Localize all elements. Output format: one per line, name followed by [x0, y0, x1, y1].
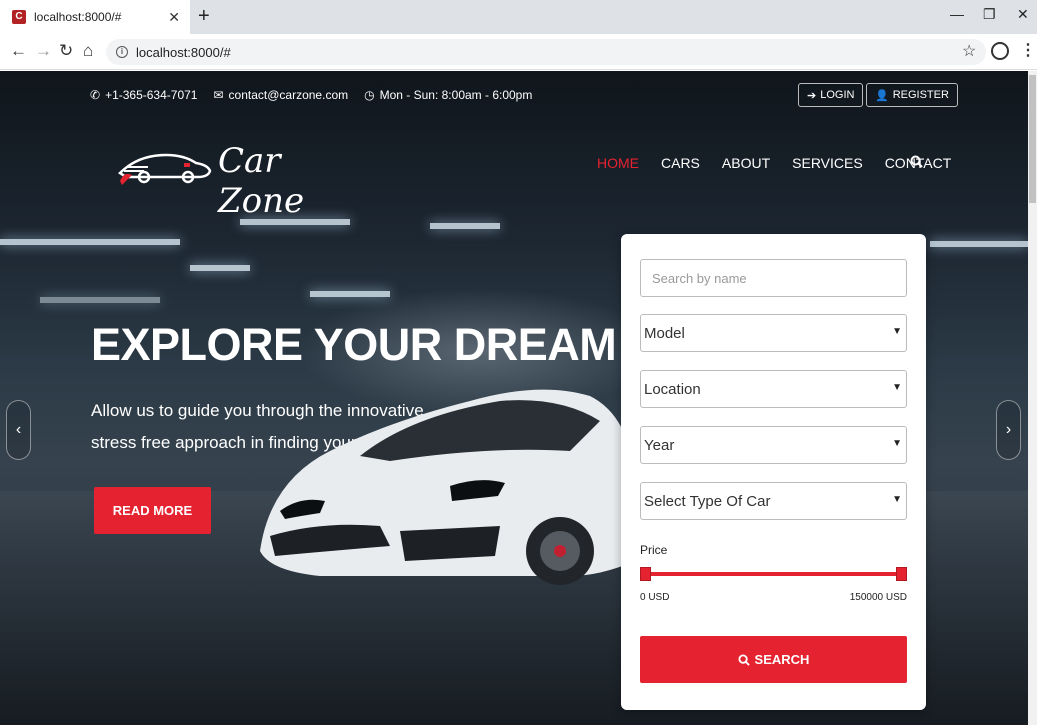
url-field[interactable]: i localhost:8000/# [106, 39, 986, 65]
chevron-down-icon: ▼ [892, 326, 902, 337]
model-select[interactable]: Model ▼ [640, 314, 907, 352]
nav-item-home[interactable]: HOME [597, 155, 639, 171]
price-label: Price [640, 543, 668, 557]
nav-item-cars[interactable]: CARS [661, 155, 700, 171]
register-button[interactable]: 👤 REGISTER [866, 83, 958, 107]
login-label: LOGIN [820, 89, 855, 101]
home-icon[interactable]: ⌂ [83, 41, 93, 61]
carousel-next-button[interactable]: › [996, 400, 1021, 460]
browser-tab-bar: C localhost:8000/# ✕ + — ❐ ✕ [0, 0, 1037, 34]
nav-item-about[interactable]: ABOUT [722, 155, 770, 171]
favicon-icon: C [12, 10, 26, 24]
chevron-down-icon: ▼ [892, 494, 902, 505]
car-type-select-value: Select Type Of Car [644, 492, 771, 510]
clock-icon: ◷ [364, 88, 375, 102]
email-address[interactable]: contact@carzone.com [229, 88, 349, 102]
price-max-handle[interactable] [896, 567, 907, 581]
close-window-icon[interactable]: ✕ [1017, 6, 1029, 23]
car-logo-icon [118, 153, 212, 185]
year-select[interactable]: Year ▼ [640, 426, 907, 464]
menu-icon[interactable]: ⋮ [1020, 40, 1036, 60]
browser-tab[interactable]: C localhost:8000/# ✕ [0, 0, 190, 34]
nav-item-services[interactable]: SERVICES [792, 155, 863, 171]
phone-number[interactable]: +1-365-634-7071 [105, 88, 197, 102]
opening-hours: Mon - Sun: 8:00am - 6:00pm [379, 88, 533, 102]
reload-icon[interactable]: ↻ [59, 41, 73, 61]
phone-icon: ✆ [90, 88, 101, 102]
brand-logo[interactable]: Car Zone [118, 141, 348, 221]
search-by-name-input[interactable]: Search by name [640, 259, 907, 297]
profile-icon[interactable] [991, 42, 1009, 60]
year-select-value: Year [644, 436, 675, 454]
location-select-value: Location [644, 380, 701, 398]
bookmark-star-icon[interactable]: ☆ [962, 41, 976, 61]
location-select[interactable]: Location ▼ [640, 370, 907, 408]
sports-car-image [260, 389, 635, 585]
contact-info-bar: ✆ +1-365-634-7071 ✉ contact@carzone.com … [90, 88, 532, 102]
read-more-button[interactable]: READ MORE [94, 487, 211, 534]
register-label: REGISTER [892, 89, 949, 101]
forward-icon[interactable]: → [35, 41, 52, 61]
search-icon[interactable] [910, 155, 923, 171]
address-bar: ← → ↻ ⌂ i localhost:8000/# ☆ ⋮ [0, 34, 1037, 70]
main-nav: HOME CARS ABOUT SERVICES CONTACT [597, 155, 951, 171]
model-select-value: Model [644, 324, 685, 342]
tab-title: localhost:8000/# [34, 10, 122, 24]
tab-close-icon[interactable]: ✕ [168, 9, 180, 26]
car-type-select[interactable]: Select Type Of Car ▼ [640, 482, 907, 520]
price-max-value: 150000 USD [849, 592, 907, 603]
brand-name: Car Zone [218, 141, 305, 221]
url-text: localhost:8000/# [136, 44, 231, 60]
page-viewport: ✆ +1-365-634-7071 ✉ contact@carzone.com … [0, 71, 1028, 725]
back-icon[interactable]: ← [10, 41, 27, 61]
carousel-prev-button[interactable]: ‹ [6, 400, 31, 460]
chevron-down-icon: ▼ [892, 438, 902, 449]
user-icon: 👤 [875, 89, 889, 102]
chevron-down-icon: ▼ [892, 382, 902, 393]
restore-icon[interactable]: ❐ [983, 6, 996, 23]
site-info-icon[interactable]: i [116, 46, 128, 58]
page-scrollbar[interactable] [1028, 71, 1037, 725]
car-search-form: Search by name Model ▼ Location ▼ Year ▼… [621, 234, 926, 710]
envelope-icon: ✉ [213, 88, 224, 102]
price-min-handle[interactable] [640, 567, 651, 581]
new-tab-icon[interactable]: + [198, 5, 210, 28]
price-range-track[interactable] [640, 572, 907, 576]
price-min-value: 0 USD [640, 592, 670, 603]
scrollbar-thumb[interactable] [1029, 75, 1036, 203]
search-button-label: SEARCH [754, 652, 810, 667]
minimize-icon[interactable]: — [950, 6, 964, 22]
search-icon [738, 653, 750, 666]
login-button[interactable]: ➔ LOGIN [798, 83, 864, 107]
search-button[interactable]: SEARCH [640, 636, 907, 683]
sign-in-icon: ➔ [807, 89, 817, 102]
